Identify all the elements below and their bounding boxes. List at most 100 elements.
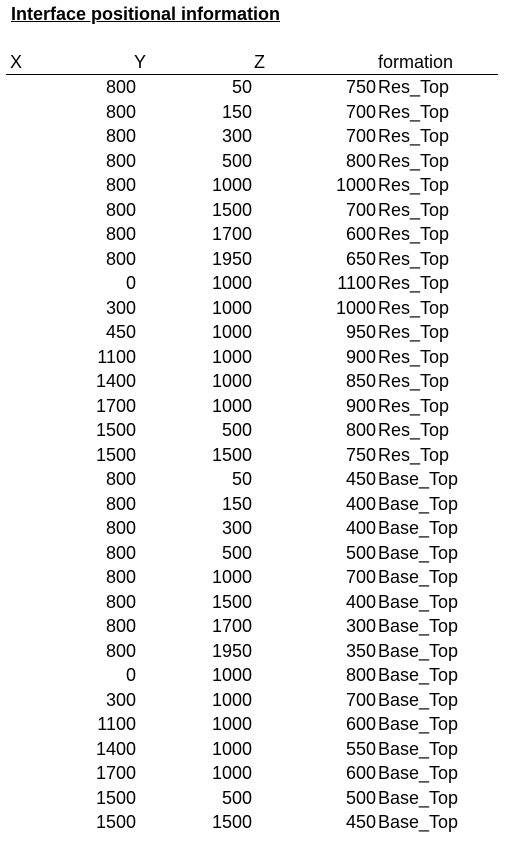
cell-y: 1000 (211, 346, 252, 367)
table-row: 800 1700 300 Base_Top (6, 614, 498, 639)
table-row: 1500 1500 450 Base_Top (6, 810, 498, 835)
cell-x: 300 (105, 689, 136, 710)
cell-x: 800 (105, 469, 136, 489)
cell-y: 1000 (211, 738, 252, 759)
cell-x: 800 (105, 77, 136, 97)
column-header-z: Z (254, 52, 265, 72)
cell-formation: Base_Top (378, 493, 459, 514)
cell-z: 700 (345, 567, 376, 587)
cell-formation: Res_Top (378, 371, 450, 391)
cell-formation: Res_Top (378, 346, 450, 367)
table-row: 800 300 700 Res_Top (6, 124, 498, 149)
cell-y: 1500 (211, 444, 252, 465)
cell-y: 1000 (211, 689, 252, 710)
cell-z: 900 (345, 346, 376, 367)
cell-formation: Base_Top (378, 763, 459, 783)
table-row: 300 1000 700 Base_Top (6, 688, 498, 713)
table-row: 0 1000 1100 Res_Top (6, 271, 498, 296)
cell-y: 150 (221, 493, 252, 514)
cell-y: 500 (221, 542, 252, 563)
table-row: 800 50 750 Res_Top (6, 75, 498, 100)
table-row: 800 50 450 Base_Top (6, 467, 498, 492)
cell-formation: Res_Top (378, 150, 450, 171)
cell-y: 1000 (211, 665, 252, 685)
cell-formation: Base_Top (378, 567, 459, 587)
cell-y: 1000 (211, 395, 252, 416)
cell-formation: Res_Top (378, 126, 450, 146)
cell-x: 1500 (95, 787, 136, 808)
cell-z: 800 (345, 665, 376, 685)
cell-x: 800 (105, 640, 136, 661)
table-row: 1400 1000 850 Res_Top (6, 369, 498, 394)
cell-x: 800 (105, 248, 136, 269)
cell-y: 150 (221, 101, 252, 122)
cell-y: 1500 (211, 812, 252, 832)
cell-formation: Base_Top (378, 689, 459, 710)
cell-z: 750 (345, 77, 376, 97)
cell-y: 500 (221, 420, 252, 440)
table-row: 800 300 400 Base_Top (6, 516, 498, 541)
cell-formation: Res_Top (378, 395, 450, 416)
table-row: 1700 1000 600 Base_Top (6, 761, 498, 786)
cell-formation: Base_Top (378, 591, 459, 612)
table-row: 1400 1000 550 Base_Top (6, 737, 498, 762)
cell-y: 1000 (211, 567, 252, 587)
cell-x: 1700 (95, 395, 136, 416)
table-row: 1500 500 800 Res_Top (6, 418, 498, 443)
cell-z: 400 (345, 493, 376, 514)
table-row: 1700 1000 900 Res_Top (6, 394, 498, 419)
table-row: 450 1000 950 Res_Top (6, 320, 498, 345)
cell-x: 300 (105, 297, 136, 318)
cell-x: 800 (105, 175, 136, 195)
table-row: 800 1950 350 Base_Top (6, 639, 498, 664)
table-row: 800 150 700 Res_Top (6, 100, 498, 125)
cell-z: 500 (345, 542, 376, 563)
cell-formation: Res_Top (378, 420, 450, 440)
cell-y: 1950 (211, 248, 252, 269)
cell-z: 800 (345, 420, 376, 440)
cell-x: 800 (105, 224, 136, 244)
cell-x: 800 (105, 518, 136, 538)
cell-y: 1500 (211, 591, 252, 612)
cell-z: 950 (345, 322, 376, 342)
cell-formation: Base_Top (378, 518, 459, 538)
cell-formation: Res_Top (378, 273, 450, 293)
cell-formation: Res_Top (378, 199, 450, 220)
cell-formation: Res_Top (378, 175, 450, 195)
cell-y: 1000 (211, 371, 252, 391)
cell-x: 1500 (95, 420, 136, 440)
cell-y: 1700 (211, 616, 252, 636)
cell-z: 550 (345, 738, 376, 759)
cell-z: 850 (345, 371, 376, 391)
table-row: 1500 500 500 Base_Top (6, 786, 498, 811)
cell-x: 1400 (95, 371, 136, 391)
cell-y: 1000 (211, 763, 252, 783)
cell-y: 300 (221, 518, 252, 538)
cell-formation: Res_Top (378, 297, 450, 318)
cell-x: 0 (125, 273, 136, 293)
cell-z: 1000 (335, 297, 376, 318)
cell-x: 800 (105, 493, 136, 514)
cell-z: 400 (345, 591, 376, 612)
cell-x: 1100 (97, 346, 136, 367)
cell-x: 800 (105, 150, 136, 171)
cell-z: 1100 (337, 273, 376, 293)
cell-y: 1000 (211, 714, 252, 734)
table-body: 800 50 750 Res_Top 800 150 700 Res_Top 800 300 700… (6, 75, 498, 835)
cell-y: 500 (221, 150, 252, 171)
cell-y: 300 (221, 126, 252, 146)
cell-x: 800 (105, 542, 136, 563)
table-row: 800 1700 600 Res_Top (6, 222, 498, 247)
cell-x: 1700 (95, 763, 136, 783)
cell-z: 450 (345, 469, 376, 489)
cell-y: 50 (231, 469, 252, 489)
column-header-formation: formation (378, 52, 454, 72)
cell-y: 1700 (211, 224, 252, 244)
table-row: 300 1000 1000 Res_Top (6, 296, 498, 321)
cell-x: 0 (125, 665, 136, 685)
cell-y: 1950 (211, 640, 252, 661)
cell-formation: Res_Top (378, 248, 450, 269)
cell-formation: Base_Top (378, 787, 459, 808)
cell-x: 800 (105, 567, 136, 587)
cell-y: 1500 (211, 199, 252, 220)
